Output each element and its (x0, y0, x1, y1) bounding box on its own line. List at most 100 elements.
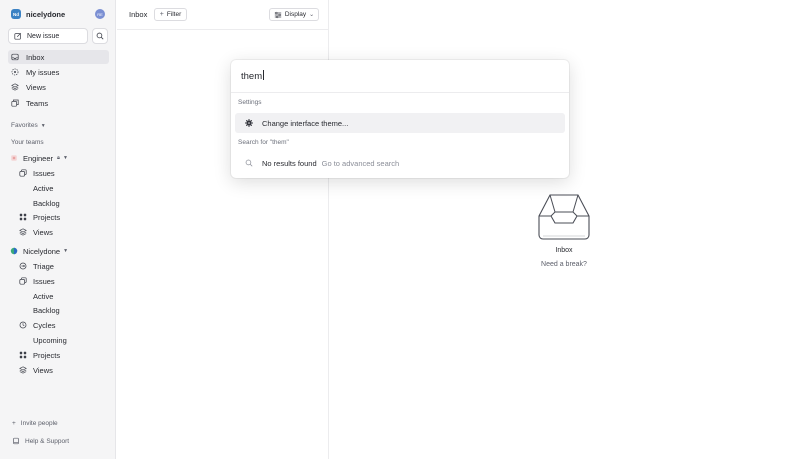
team-engineer[interactable]: Engineer 🔒︎ ▼ (10, 152, 68, 164)
command-palette: them Settings Change interface theme... … (231, 60, 569, 178)
caret-down-icon: ▼ (40, 122, 46, 129)
sidebar-item-engineer-projects[interactable]: Projects (19, 211, 60, 223)
sidebar-item-label: Triage (33, 261, 54, 271)
invite-people-label: Invite people (20, 420, 58, 427)
page-title: Inbox (129, 10, 148, 19)
sidebar-item-nicelydone-views[interactable]: Views (19, 364, 53, 376)
command-change-theme[interactable]: Change interface theme... (235, 113, 565, 133)
workspace-logo: Nd (11, 9, 21, 19)
invite-people-button[interactable]: + Invite people (12, 420, 58, 427)
sidebar-item-nicelydone-issues[interactable]: Issues (19, 275, 55, 287)
inbox-tray-icon (538, 194, 590, 240)
caret-down-icon: ▼ (62, 155, 68, 161)
workspace-name: nicelydone (26, 9, 66, 19)
sidebar-item-label: Active (33, 291, 54, 301)
cycles-icon (19, 321, 27, 329)
filter-label: Filter (166, 11, 182, 18)
team-engineer-icon (10, 154, 18, 162)
display-label: Display (284, 11, 307, 18)
sidebar-item-teams[interactable]: Teams (8, 96, 109, 110)
plus-icon: + (159, 11, 164, 18)
lock-icon: 🔒︎ (57, 154, 60, 161)
command-label: Change interface theme... (262, 118, 349, 128)
palette-divider (231, 92, 569, 93)
no-results-label: No results found (262, 158, 317, 168)
group-search-header: Search for "them" (238, 139, 289, 146)
sidebar-item-label: Active (33, 183, 54, 193)
sidebar-item-inbox[interactable]: Inbox (8, 50, 109, 64)
help-support-button[interactable]: Help & Support (12, 437, 69, 445)
search-button[interactable] (92, 28, 108, 44)
sidebar-item-nicelydone-triage[interactable]: Triage (19, 260, 54, 272)
sidebar-item-engineer-views[interactable]: Views (19, 226, 53, 238)
sidebar-item-label: Backlog (33, 305, 60, 315)
teams-icon (11, 99, 19, 107)
sidebar-item-label: Issues (33, 276, 55, 286)
gear-icon (245, 119, 253, 127)
sidebar-item-nicelydone-cycles[interactable]: Cycles (19, 319, 56, 331)
sidebar-item-label: Projects (33, 350, 61, 360)
empty-state-title: Inbox (555, 247, 573, 254)
display-button[interactable]: Display ⌄ (269, 8, 319, 21)
command-search-input[interactable]: them (241, 70, 264, 82)
sidebar-item-engineer-active[interactable]: Active (33, 182, 53, 194)
team-name: Nicelydone (23, 246, 61, 256)
help-book-icon (12, 437, 20, 445)
views-icon (19, 366, 27, 374)
search-icon (245, 159, 253, 167)
avatar[interactable]: RE (95, 9, 105, 19)
sidebar-item-engineer-backlog[interactable]: Backlog (33, 197, 60, 209)
sidebar-item-label: Projects (33, 212, 61, 222)
inbox-header: Inbox + Filter Display ⌄ (117, 0, 328, 30)
chevron-down-icon: ⌄ (309, 12, 315, 18)
sidebar-item-nicelydone-projects[interactable]: Projects (19, 349, 60, 361)
sidebar-item-label: Cycles (33, 320, 56, 330)
filter-button[interactable]: + Filter (154, 8, 187, 21)
favorites-section[interactable]: Favorites ▼ (11, 122, 46, 129)
plus-icon: + (12, 420, 16, 427)
sidebar-item-label: Views (33, 365, 53, 375)
views-icon (19, 228, 27, 236)
compose-icon (14, 32, 22, 40)
sidebar-item-label: My issues (26, 67, 60, 77)
favorites-label: Favorites (11, 122, 38, 129)
your-teams-section[interactable]: Your teams (11, 139, 44, 146)
sidebar-item-label: Backlog (33, 198, 60, 208)
command-advanced-search[interactable]: No results found Go to advanced search (235, 153, 565, 173)
search-icon (96, 32, 104, 40)
sidebar-item-label: Inbox (26, 52, 45, 62)
my-issues-icon (11, 68, 19, 76)
projects-icon (19, 351, 27, 359)
sidebar-item-nicelydone-active[interactable]: Active (33, 290, 53, 302)
issues-icon (19, 169, 27, 177)
sidebar-item-my-issues[interactable]: My issues (8, 65, 109, 79)
sidebar-item-nicelydone-backlog[interactable]: Backlog (33, 304, 60, 316)
your-teams-label: Your teams (11, 139, 44, 146)
group-settings-header: Settings (238, 99, 262, 106)
team-nicelydone-icon (10, 247, 18, 255)
sidebar-item-label: Issues (33, 168, 55, 178)
views-icon (11, 83, 19, 91)
sidebar-item-label: Views (26, 82, 46, 92)
help-support-label: Help & Support (25, 437, 70, 445)
sidebar-item-label: Views (33, 227, 53, 237)
projects-icon (19, 213, 27, 221)
empty-state-subtitle: Need a break? (541, 261, 587, 268)
sidebar-item-nicelydone-upcoming[interactable]: Upcoming (33, 334, 67, 346)
team-nicelydone[interactable]: Nicelydone ▼ (10, 245, 68, 257)
sidebar-item-views[interactable]: Views (8, 80, 109, 94)
sidebar-item-engineer-issues[interactable]: Issues (19, 167, 55, 179)
sidebar-item-label: Teams (26, 98, 49, 108)
triage-icon (19, 262, 27, 270)
new-issue-label: New issue (27, 32, 60, 40)
inbox-icon (11, 53, 19, 61)
new-issue-button[interactable]: New issue (8, 28, 88, 44)
caret-down-icon: ▼ (63, 248, 69, 254)
command-query: them (241, 71, 263, 82)
advanced-search-hint: Go to advanced search (321, 158, 400, 168)
sliders-icon (274, 11, 282, 19)
sidebar-item-label: Upcoming (33, 335, 67, 345)
text-cursor (262, 70, 264, 80)
workspace-switcher[interactable]: Nd nicelydone (11, 9, 65, 19)
sidebar: Nd nicelydone RE New issue Inbox My issu… (0, 0, 116, 459)
